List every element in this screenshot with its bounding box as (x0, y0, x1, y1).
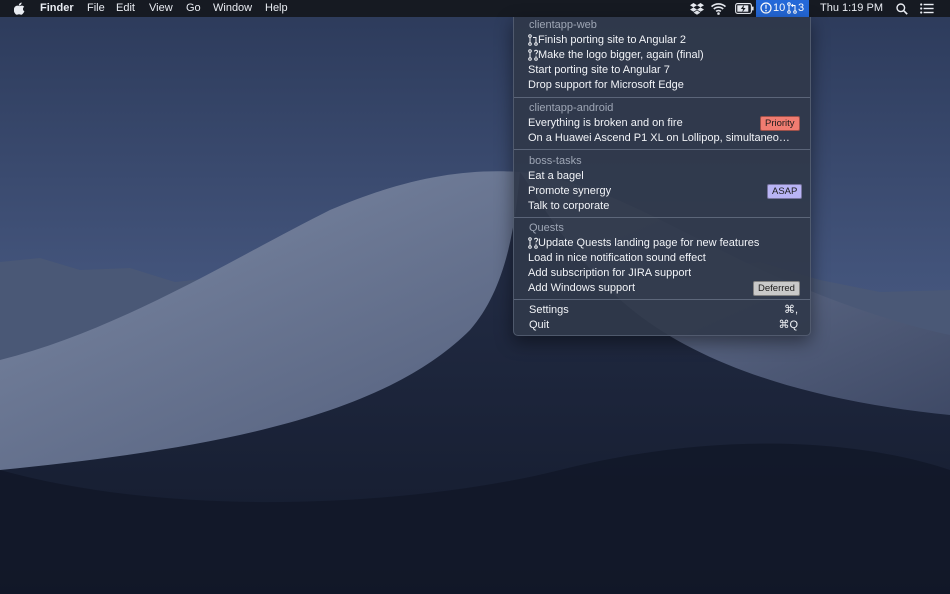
quit-menu-item[interactable]: Quit ⌘Q (529, 318, 804, 333)
asap-badge: ASAP (767, 184, 803, 199)
notification-center-icon[interactable] (920, 0, 934, 20)
task-label: Talk to corporate (528, 200, 610, 212)
menu-help[interactable]: Help (265, 0, 288, 17)
task-item[interactable]: Promote synergy ASAP (528, 184, 803, 199)
task-label: Update Quests landing page for new featu… (538, 237, 760, 249)
menu-file[interactable]: File (87, 0, 105, 17)
menu-view[interactable]: View (149, 0, 173, 17)
priority-badge: Priority (760, 116, 800, 131)
draft-pull-request-icon (528, 237, 539, 249)
issues-dropdown-menu: clientapp-web Finish porting site to Ang… (513, 17, 811, 336)
section-divider (514, 149, 810, 150)
deferred-badge: Deferred (753, 281, 800, 296)
settings-shortcut: ⌘, (783, 304, 798, 316)
clock[interactable]: Thu 1:19 PM (820, 0, 883, 17)
menu-window[interactable]: Window (213, 0, 252, 17)
task-label: Add subscription for JIRA support (528, 267, 692, 279)
issues-status-item[interactable]: 10 3 (756, 0, 809, 17)
issues-count: 10 (773, 2, 786, 14)
task-label: Drop support for Microsoft Edge (528, 79, 684, 91)
task-item[interactable]: Make the logo bigger, again (final) (528, 48, 798, 63)
section-divider (514, 299, 810, 300)
settings-label: Settings (529, 304, 569, 316)
task-item[interactable]: Eat a bagel (528, 169, 798, 184)
task-item[interactable]: Add Windows support Deferred (528, 281, 800, 296)
task-item[interactable]: Drop support for Microsoft Edge (528, 78, 798, 93)
task-label: Load in nice notification sound effect (528, 252, 706, 264)
pull-request-icon (528, 34, 538, 46)
quit-label: Quit (529, 319, 550, 331)
quit-shortcut: ⌘Q (778, 319, 798, 331)
menu-go[interactable]: Go (186, 0, 201, 17)
task-label: Make the logo bigger, again (final) (538, 49, 704, 61)
task-item[interactable]: Everything is broken and on fire Priorit… (528, 116, 800, 131)
section-header-boss-tasks: boss-tasks (529, 155, 582, 167)
section-header-clientapp-web: clientapp-web (529, 19, 597, 31)
task-label: Promote synergy (528, 185, 612, 197)
task-item[interactable]: On a Huawei Ascend P1 XL on Lollipop, si… (528, 131, 798, 146)
menu-bar: Finder File Edit View Go Window Help 10 … (0, 0, 950, 17)
settings-menu-item[interactable]: Settings ⌘, (529, 303, 804, 318)
spotlight-search-icon[interactable] (896, 0, 908, 21)
prs-count: 3 (798, 2, 805, 14)
menu-edit[interactable]: Edit (116, 0, 135, 17)
section-header-clientapp-android: clientapp-android (529, 102, 614, 114)
task-label: Eat a bagel (528, 170, 584, 182)
task-item[interactable]: Start porting site to Angular 7 (528, 63, 798, 78)
task-item[interactable]: Talk to corporate (528, 199, 798, 214)
app-name-menu[interactable]: Finder (40, 0, 74, 17)
task-item[interactable]: Add subscription for JIRA support (528, 266, 798, 281)
task-item[interactable]: Finish porting site to Angular 2 (528, 33, 798, 48)
section-divider (514, 217, 810, 218)
section-header-quests: Quests (529, 222, 564, 234)
task-item[interactable]: Load in nice notification sound effect (528, 251, 798, 266)
apple-icon[interactable] (13, 0, 25, 21)
draft-pull-request-icon (528, 49, 539, 61)
task-label: Everything is broken and on fire (528, 117, 683, 129)
task-label: Finish porting site to Angular 2 (538, 34, 686, 46)
section-divider (514, 97, 810, 98)
task-label: On a Huawei Ascend P1 XL on Lollipop, si… (528, 132, 790, 144)
task-item[interactable]: Update Quests landing page for new featu… (528, 236, 798, 251)
task-label: Add Windows support (528, 282, 635, 294)
task-label: Start porting site to Angular 7 (528, 64, 670, 76)
